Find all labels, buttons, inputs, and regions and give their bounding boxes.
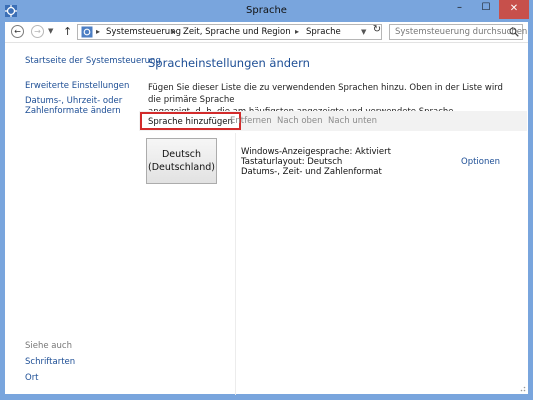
date-time-format-link-line1[interactable]: Datums-, Uhrzeit- oder: [25, 96, 122, 106]
fonts-link[interactable]: Schriftarten: [25, 357, 75, 367]
address-history-chevron-down-icon[interactable]: ▼: [361, 28, 366, 36]
page-title: Spracheinstellungen ändern: [148, 56, 310, 70]
breadcrumb-separator-icon[interactable]: ▸: [96, 27, 100, 36]
language-name: Deutsch: [161, 149, 202, 160]
language-toolbar: Sprache hinzufügen Entfernen Nach oben N…: [139, 111, 527, 131]
language-item-deutsch[interactable]: Deutsch (Deutschland): [146, 138, 217, 184]
minimize-icon: –: [457, 2, 462, 13]
language-region: (Deutschland): [147, 162, 216, 173]
content-area: Startseite der Systemsteuerung Erweitert…: [5, 42, 528, 395]
breadcrumb-zeit-sprache-region[interactable]: Zeit, Sprache und Region: [183, 27, 291, 37]
control-panel-home-link[interactable]: Startseite der Systemsteuerung: [25, 56, 161, 66]
keyboard-layout-status: Tastaturlayout: Deutsch: [241, 157, 343, 167]
display-language-status: Windows-Anzeigesprache: Aktiviert: [241, 147, 391, 157]
breadcrumb-separator-icon[interactable]: ▸: [295, 27, 299, 36]
format-status: Datums-, Zeit- und Zahlenformat: [241, 167, 382, 177]
navigation-bar: ← → ▼ ↑ ▸ Systemsteuerung ▸ Zeit, Sprach…: [5, 22, 528, 42]
advanced-settings-link[interactable]: Erweiterte Einstellungen: [25, 81, 129, 91]
language-options-link[interactable]: Optionen: [461, 157, 500, 167]
description-line: Fügen Sie dieser Liste die zu verwendend…: [148, 83, 503, 105]
search-placeholder: Systemsteuerung durchsuchen: [395, 27, 528, 37]
control-panel-window: Sprache – ☐ ✕ ← → ▼ ↑ ▸ Systemsteuerung …: [0, 0, 533, 400]
close-button[interactable]: ✕: [499, 0, 529, 19]
breadcrumb-separator-icon[interactable]: ▸: [172, 27, 176, 36]
close-icon: ✕: [509, 3, 519, 14]
back-button[interactable]: ←: [11, 25, 24, 38]
search-input[interactable]: Systemsteuerung durchsuchen: [389, 24, 527, 40]
add-language-button[interactable]: Sprache hinzufügen: [140, 112, 241, 130]
title-bar[interactable]: Sprache – ☐ ✕: [0, 0, 533, 22]
address-bar[interactable]: ▸ Systemsteuerung ▸ Zeit, Sprache und Re…: [77, 24, 382, 40]
up-arrow-icon[interactable]: ↑: [63, 25, 72, 38]
control-panel-icon: [81, 26, 93, 38]
maximize-button[interactable]: ☐: [473, 0, 499, 19]
breadcrumb-sprache[interactable]: Sprache: [306, 27, 341, 37]
see-also-label: Siehe auch: [25, 341, 72, 351]
maximize-icon: ☐: [481, 2, 491, 13]
breadcrumb-systemsteuerung[interactable]: Systemsteuerung: [106, 27, 181, 37]
refresh-icon[interactable]: ↻: [369, 22, 385, 38]
date-time-format-link-line2[interactable]: Zahlenformate ändern: [25, 106, 121, 116]
forward-button[interactable]: →: [31, 25, 44, 38]
resize-grip-icon[interactable]: [518, 384, 526, 392]
search-icon[interactable]: [509, 27, 519, 37]
minimize-button[interactable]: –: [446, 0, 473, 19]
move-down-button[interactable]: Nach unten: [328, 116, 377, 126]
language-details: Windows-Anzeigesprache: Aktiviert Tastat…: [241, 147, 391, 177]
language-list-divider: [235, 133, 236, 395]
location-link[interactable]: Ort: [25, 373, 39, 383]
recent-pages-chevron-down-icon[interactable]: ▼: [48, 27, 53, 35]
remove-language-button[interactable]: Entfernen: [230, 116, 272, 126]
move-up-button[interactable]: Nach oben: [277, 116, 323, 126]
